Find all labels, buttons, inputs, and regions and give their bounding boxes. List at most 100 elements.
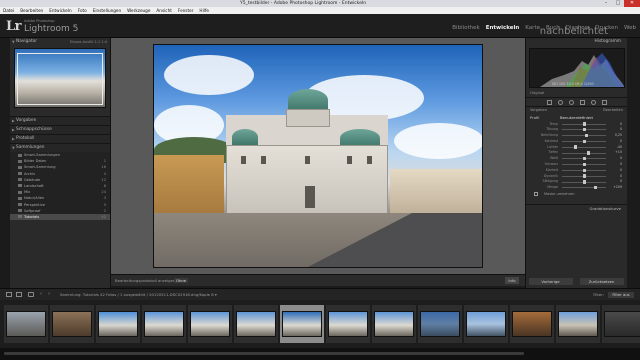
scrollbar[interactable]: [4, 352, 524, 355]
red-eye-icon[interactable]: [568, 99, 574, 105]
main-photo[interactable]: [153, 44, 483, 268]
slider-value[interactable]: 0: [620, 168, 622, 172]
filmstrip-frame-selected[interactable]: [280, 305, 324, 343]
filmstrip-frame[interactable]: [96, 305, 140, 343]
filmstrip-frame[interactable]: [556, 305, 600, 343]
slider-knob[interactable]: [584, 133, 588, 138]
slider-knob[interactable]: [582, 139, 586, 144]
navigator-zoom-options[interactable]: Einpas Ausfül 1:1 1:4: [70, 38, 107, 46]
filmstrip-frame[interactable]: [510, 305, 554, 343]
slider-knob[interactable]: [582, 180, 586, 184]
histogram-header[interactable]: Histogramm: [526, 38, 627, 46]
slider-label: Dynamik: [543, 173, 558, 178]
collection-item-selected[interactable]: Tutorials 42: [10, 213, 110, 221]
module-diashow[interactable]: Diashow: [566, 25, 589, 31]
expand-triangle-icon: ▶: [12, 128, 15, 132]
menu-item-einstellungen[interactable]: Einstellungen: [93, 7, 121, 14]
filmstrip-frame[interactable]: [372, 305, 416, 343]
navigator-header[interactable]: ▼ Navigator Einpas Ausfül 1:1 1:4: [10, 38, 110, 46]
checkbox-icon[interactable]: [534, 192, 538, 197]
menu-item-bearbeiten[interactable]: Bearbeiten: [20, 7, 43, 14]
module-web[interactable]: Web: [624, 25, 636, 31]
forward-arrow-icon[interactable]: ›: [48, 291, 50, 297]
filmstrip-frame[interactable]: [418, 305, 462, 343]
crop-icon[interactable]: [546, 99, 552, 105]
filmstrip-frame[interactable]: [4, 305, 48, 343]
menu-item-werkzeuge[interactable]: Werkzeuge: [127, 7, 150, 14]
slider-value[interactable]: 0: [620, 122, 622, 126]
filmstrip-frame[interactable]: [602, 305, 640, 343]
slider-knob[interactable]: [582, 162, 586, 167]
filmstrip-frame[interactable]: [464, 305, 508, 343]
module-bibliothek[interactable]: Bibliothek: [452, 25, 479, 31]
preset-mode[interactable]: Bearbeiten: [603, 107, 623, 114]
grid-icon[interactable]: [28, 292, 34, 297]
back-arrow-icon[interactable]: ‹: [40, 291, 42, 297]
filmstrip-source[interactable]: Sammlung: Tutorials 42 Fotos / 1 ausgewä…: [60, 292, 217, 297]
slider-knob[interactable]: [582, 127, 586, 132]
slider-knob[interactable]: [582, 156, 586, 161]
second-window-icon[interactable]: [16, 292, 22, 297]
slider-track[interactable]: [562, 152, 606, 154]
spot-removal-icon[interactable]: [557, 99, 563, 105]
mask-invert-row[interactable]: Maske umkehren: [526, 191, 627, 198]
module-buch[interactable]: Buch: [546, 25, 560, 31]
slider-knob[interactable]: [582, 122, 586, 126]
slider-track[interactable]: [562, 187, 606, 189]
panel-section-tone-curve[interactable]: Gradationskurve: [526, 203, 627, 211]
minimize-button[interactable]: –: [600, 0, 612, 7]
close-button[interactable]: ✕: [624, 0, 640, 7]
reset-button[interactable]: Zurücksetzen: [579, 277, 624, 285]
history-dropdown[interactable]: Ohne: [174, 277, 189, 283]
navigator-view-rect[interactable]: [17, 53, 103, 105]
menu-item-datei[interactable]: Datei: [3, 7, 14, 14]
panel-section-presets[interactable]: ▶ Vorgaben: [10, 117, 110, 125]
module-entwickeln[interactable]: Entwickeln: [486, 25, 520, 31]
module-karte[interactable]: Karte: [525, 25, 540, 31]
main-window-icon[interactable]: [6, 292, 12, 297]
filter-dropdown[interactable]: Filter aus: [608, 291, 634, 298]
slider-track[interactable]: [562, 146, 606, 148]
radial-filter-icon[interactable]: [590, 99, 596, 105]
menu-item-fenster[interactable]: Fenster: [178, 7, 194, 14]
filmstrip-frame[interactable]: [326, 305, 370, 343]
slider-value[interactable]: +209: [613, 185, 622, 189]
slider-knob[interactable]: [582, 168, 586, 173]
filmstrip-frame[interactable]: [188, 305, 232, 343]
slider-value[interactable]: 0: [620, 139, 622, 143]
profile-value[interactable]: Benutzerdefiniert: [560, 114, 593, 121]
slider-value[interactable]: 0,25: [615, 133, 622, 137]
slider-value[interactable]: 0: [620, 156, 622, 160]
previous-button[interactable]: Vorherige: [528, 277, 573, 285]
slider-value[interactable]: 0: [620, 174, 622, 178]
window-title: Y5_testbilder - Adobe Photoshop Lightroo…: [240, 1, 367, 6]
slider-value[interactable]: 0: [620, 179, 622, 183]
slider-value[interactable]: 0: [620, 127, 622, 131]
histogram[interactable]: ISO 100 14,0 f/8,0 1/250: [529, 48, 625, 88]
brush-icon[interactable]: [601, 99, 607, 105]
slider-value[interactable]: +15: [615, 150, 622, 154]
slider-knob[interactable]: [573, 145, 577, 149]
filmstrip-frame[interactable]: [50, 305, 94, 343]
navigator-preview[interactable]: [14, 48, 106, 108]
slider-knob[interactable]: [582, 174, 586, 178]
menu-item-hilfe[interactable]: Hilfe: [199, 7, 209, 14]
panel-section-collections[interactable]: ▼ Sammlungen: [10, 144, 110, 152]
menu-item-foto[interactable]: Foto: [78, 7, 87, 14]
slider-knob[interactable]: [586, 151, 590, 155]
window: [241, 156, 246, 164]
menu-item-ansicht[interactable]: Ansicht: [156, 7, 171, 14]
slider-value[interactable]: 0: [620, 162, 622, 166]
module-picker: Bibliothek Entwickeln Karte Buch Diashow…: [446, 25, 636, 31]
panel-section-history[interactable]: ▶ Protokoll: [10, 135, 110, 143]
graduated-filter-icon[interactable]: [579, 99, 585, 105]
menu-item-entwickeln[interactable]: Entwickeln: [49, 7, 72, 14]
slider-knob[interactable]: [593, 185, 597, 190]
info-button[interactable]: Info: [505, 277, 519, 284]
filmstrip-frame[interactable]: [234, 305, 278, 343]
module-drucken[interactable]: Drucken: [595, 25, 618, 31]
filmstrip-frame[interactable]: [142, 305, 186, 343]
maximize-button[interactable]: □: [612, 0, 624, 7]
panel-section-snapshots[interactable]: ▶ Schnappschüsse: [10, 126, 110, 134]
slider-value[interactable]: -40: [617, 145, 622, 149]
